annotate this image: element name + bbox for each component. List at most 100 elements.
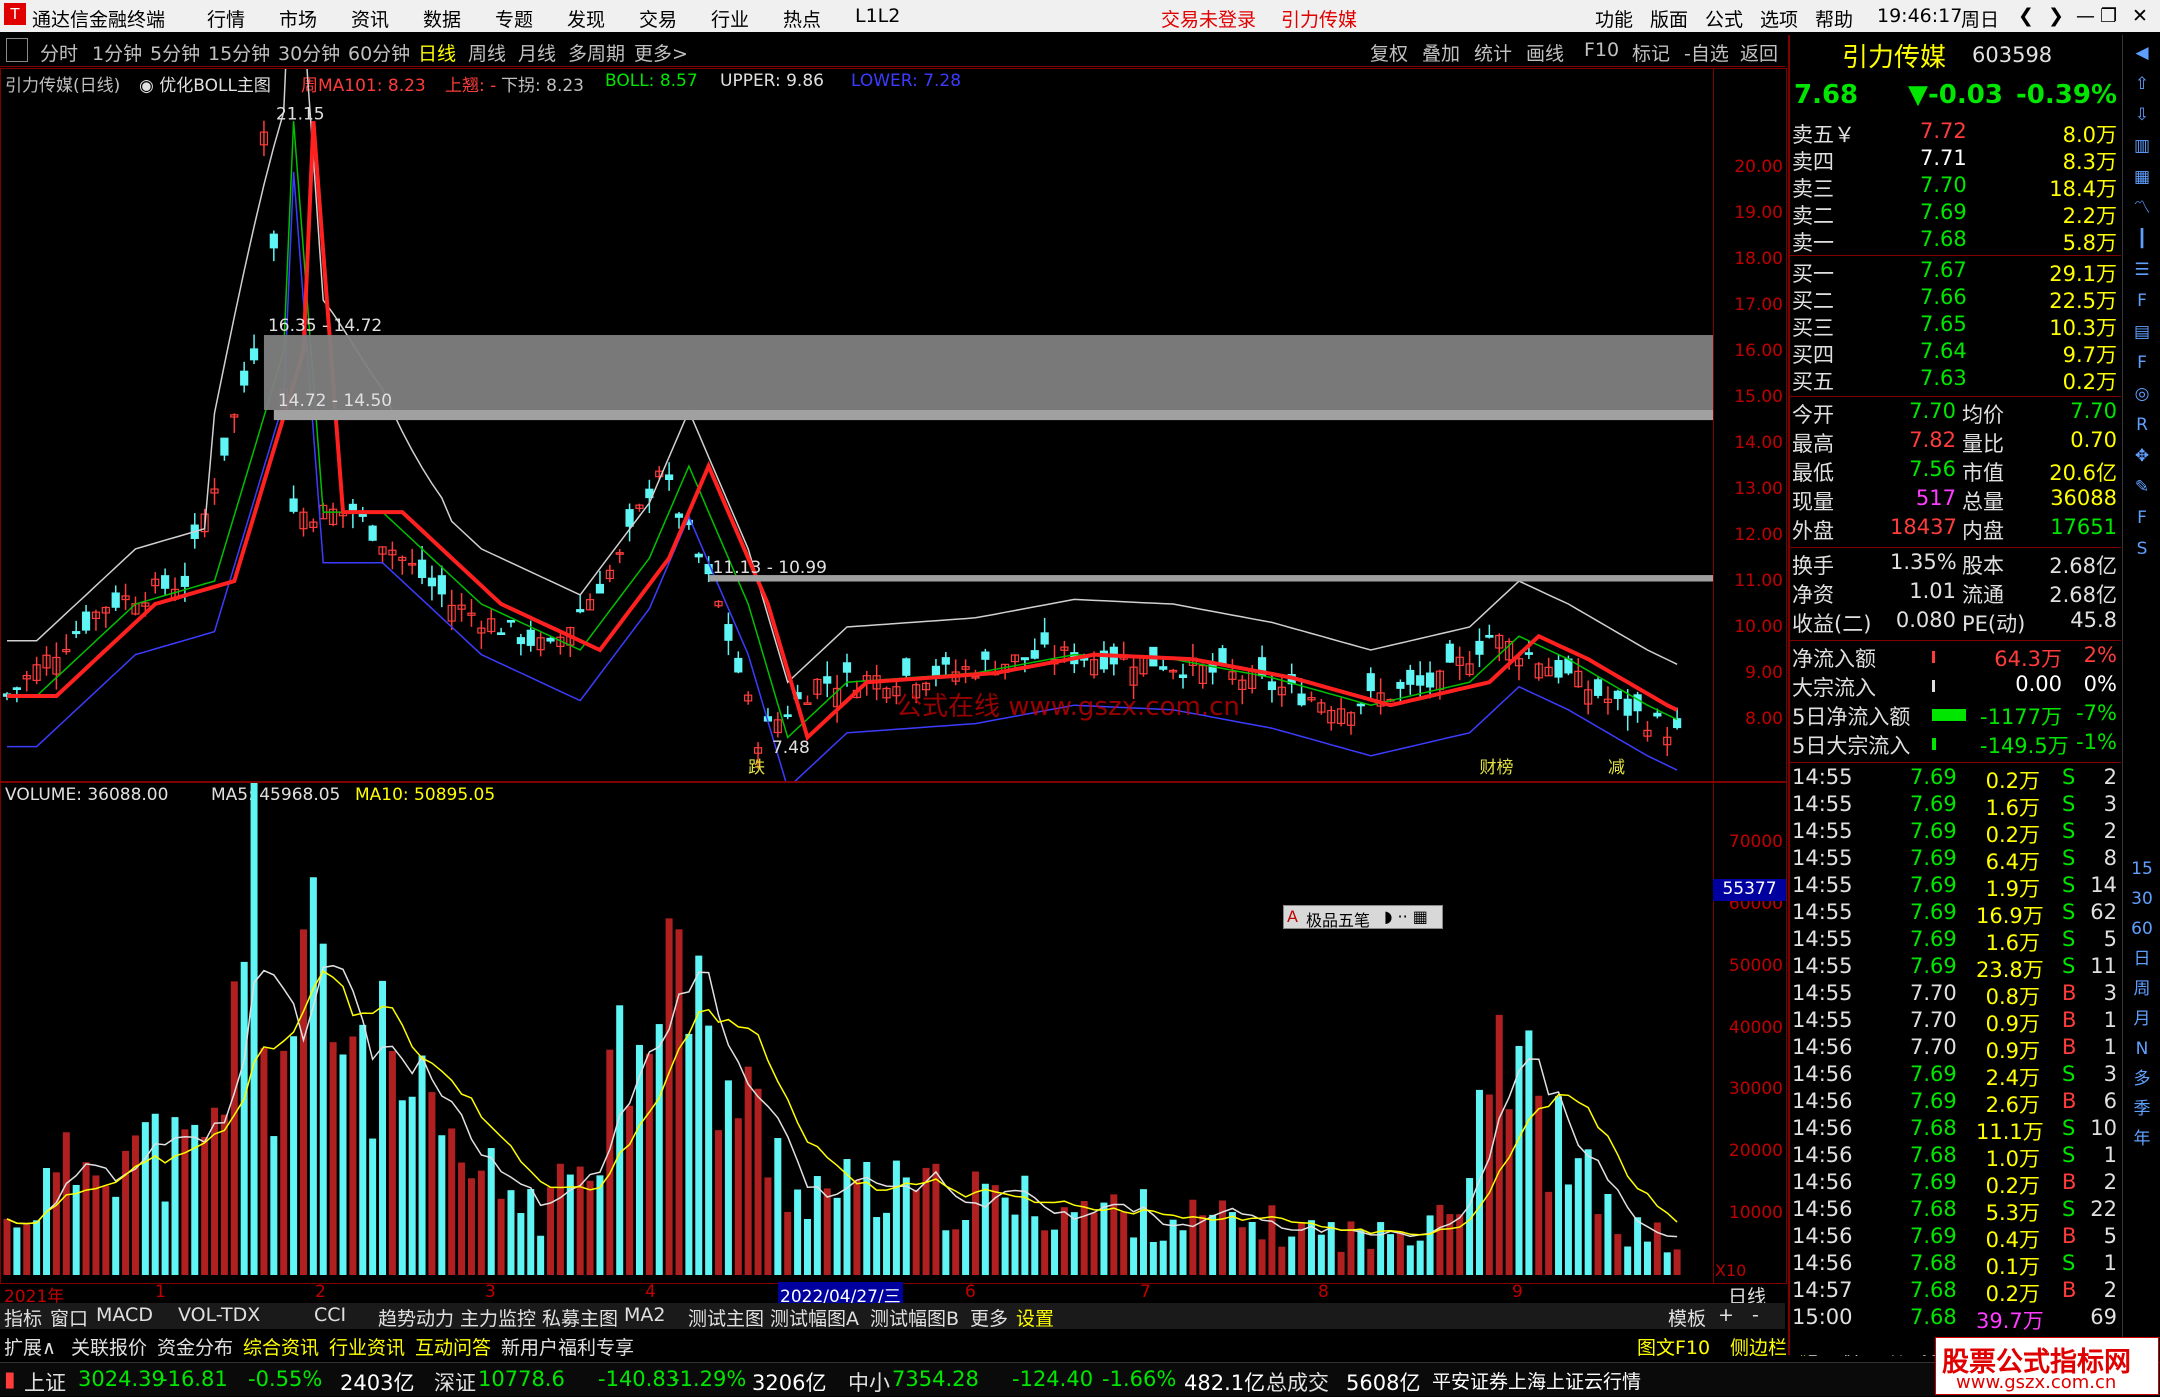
info-tab[interactable]: 互动问答 — [415, 1333, 491, 1360]
tool-biaoji[interactable]: 标记 — [1632, 39, 1670, 66]
menu-item-shichang[interactable]: 市场 — [279, 5, 317, 32]
tool-fanhui[interactable]: 返回 — [1740, 39, 1778, 66]
login-status[interactable]: 交易未登录 — [1161, 5, 1256, 32]
chart-icon[interactable]: ▥ — [2127, 132, 2157, 160]
indicator-tab[interactable]: 窗口 — [50, 1304, 88, 1331]
menu-item-shuju[interactable]: 数据 — [423, 5, 461, 32]
period-multi[interactable]: 多周期 — [568, 39, 625, 66]
period-shortcut[interactable]: N — [2127, 1035, 2157, 1063]
menu-item-gongshi[interactable]: 公式 — [1705, 5, 1743, 32]
period-shortcut[interactable]: 60 — [2127, 915, 2157, 943]
menu-item-faxian[interactable]: 发现 — [567, 5, 605, 32]
menu-item-xuanxiang[interactable]: 选项 — [1760, 5, 1798, 32]
target-icon[interactable]: ◎ — [2127, 380, 2157, 408]
indicator-tab[interactable]: 趋势动力 — [378, 1304, 454, 1331]
indicator-tab[interactable]: CCI — [314, 1304, 346, 1326]
period-60min[interactable]: 60分钟 — [348, 39, 410, 66]
indicator-tab[interactable]: 指标 — [4, 1304, 42, 1331]
menu-item-zhuanti[interactable]: 专题 — [495, 5, 533, 32]
menu-item-bangzhu[interactable]: 帮助 — [1815, 5, 1853, 32]
period-monthly[interactable]: 月线 — [518, 39, 556, 66]
period-more[interactable]: 更多> — [634, 39, 688, 66]
tool-fuquan[interactable]: 复权 — [1370, 39, 1408, 66]
forward-arrow-icon[interactable]: ❯ — [2048, 5, 2064, 27]
ime-popup[interactable]: A 极品五笔 ◗ ·· ▦ — [1283, 905, 1443, 930]
period-shortcut[interactable]: 年 — [2127, 1125, 2157, 1153]
menu-item-l1l2[interactable]: L1L2 — [855, 5, 900, 27]
info-tab[interactable]: 关联报价 — [71, 1333, 147, 1360]
indicator-tab[interactable]: 测试幅图B — [870, 1304, 959, 1331]
index-name[interactable]: 中小 — [848, 1367, 890, 1397]
up-arrow-icon[interactable]: ⇧ — [2127, 70, 2157, 98]
indicator-tab[interactable]: MACD — [96, 1304, 153, 1326]
period-daily[interactable]: 日线 — [418, 39, 456, 66]
info-tab[interactable]: 新用户福利专享 — [501, 1333, 634, 1360]
indicator-tab[interactable]: VOL-TDX — [178, 1304, 260, 1326]
indicator-tab[interactable]: 更多 — [970, 1304, 1008, 1331]
menu-item-zixun[interactable]: 资讯 — [351, 5, 389, 32]
indicator-tab[interactable]: MA2 — [624, 1304, 665, 1326]
info-tab[interactable]: 行业资讯 — [329, 1333, 405, 1360]
candle-icon[interactable]: ┃ — [2127, 225, 2157, 253]
indicator-tab[interactable]: 主力监控 — [460, 1304, 536, 1331]
period-30min[interactable]: 30分钟 — [278, 39, 340, 66]
menu-item-gongneng[interactable]: 功能 — [1595, 5, 1633, 32]
period-shortcut[interactable]: 周 — [2127, 975, 2157, 1003]
info-tab[interactable]: 资金分布 — [157, 1333, 233, 1360]
list-icon[interactable]: ☰ — [2127, 256, 2157, 284]
indicator-tab[interactable]: 测试主图 — [688, 1304, 764, 1331]
s-icon[interactable]: S — [2127, 535, 2157, 563]
restore-icon[interactable]: ❐ — [2100, 5, 2117, 27]
menu-item-hangye[interactable]: 行业 — [711, 5, 749, 32]
move-icon[interactable]: ✥ — [2127, 442, 2157, 470]
menu-item-banmian[interactable]: 版面 — [1650, 5, 1688, 32]
indicator-tab[interactable]: 设置 — [1016, 1304, 1054, 1331]
back-arrow-icon[interactable]: ❮ — [2018, 5, 2034, 27]
collapse-icon[interactable]: ◀ — [2127, 39, 2157, 67]
template-control[interactable]: - — [1752, 1304, 1759, 1326]
indicator-tab[interactable]: 测试幅图A — [770, 1304, 859, 1331]
period-shortcut[interactable]: 15 — [2127, 855, 2157, 883]
menu-item-redian[interactable]: 热点 — [783, 5, 821, 32]
menu-item-jiaoyi[interactable]: 交易 — [639, 5, 677, 32]
line-chart-icon[interactable]: 〽 — [2127, 194, 2157, 222]
index-name[interactable]: 上证 — [24, 1367, 66, 1397]
period-shortcut[interactable]: 季 — [2127, 1095, 2157, 1123]
period-shortcut[interactable]: 日 — [2127, 945, 2157, 973]
indicator-tab[interactable]: 私募主图 — [542, 1304, 618, 1331]
volume-bars[interactable] — [1, 783, 1713, 1283]
info-tab[interactable]: 综合资讯 — [243, 1333, 319, 1360]
grid-icon[interactable]: ▦ — [2127, 163, 2157, 191]
tool-tongji[interactable]: 统计 — [1474, 39, 1512, 66]
down-arrow-icon[interactable]: ⇩ — [2127, 101, 2157, 129]
period-shortcut[interactable]: 月 — [2127, 1005, 2157, 1033]
period-15min[interactable]: 15分钟 — [208, 39, 270, 66]
minimize-icon[interactable]: — — [2076, 5, 2095, 27]
close-icon[interactable]: ✕ — [2132, 5, 2148, 27]
rsi-icon[interactable]: R — [2127, 411, 2157, 439]
period-1min[interactable]: 1分钟 — [92, 39, 142, 66]
period-shortcut[interactable]: 30 — [2127, 885, 2157, 913]
tool-huaxian[interactable]: 画线 — [1526, 39, 1564, 66]
pen-icon[interactable]: ✎ — [2127, 473, 2157, 501]
menu-item-hangqing[interactable]: 行情 — [207, 5, 245, 32]
candlestick-chart[interactable]: 21.15 16.35 - 14.72 14.72 - 14.50 11.13 - 1… — [1, 69, 1713, 781]
template-control[interactable]: 模板 — [1668, 1304, 1706, 1331]
volume-chart-panel[interactable]: VOLUME: 36088.00 MA5: 45968.05 MA10: 508… — [0, 782, 1787, 1284]
f10-icon[interactable]: F — [2127, 287, 2157, 315]
sidebar-toggle-icon[interactable] — [6, 38, 28, 62]
info-tab[interactable]: 扩展∧ — [4, 1333, 56, 1360]
period-fenshi[interactable]: 分时 — [40, 39, 78, 66]
period-5min[interactable]: 5分钟 — [150, 39, 200, 66]
f12-icon[interactable]: F — [2127, 349, 2157, 377]
tool-diejia[interactable]: 叠加 — [1422, 39, 1460, 66]
period-shortcut[interactable]: 多 — [2127, 1065, 2157, 1093]
fs-icon[interactable]: F — [2127, 504, 2157, 532]
tool-f10[interactable]: F10 — [1584, 39, 1619, 61]
side-toggle[interactable]: 图文F10 — [1637, 1333, 1710, 1360]
price-chart-panel[interactable]: 引力传媒(日线) ◉ 优化BOLL主图 周MA101: 8.23 上翘: - 下… — [0, 68, 1787, 782]
template-control[interactable]: + — [1718, 1304, 1734, 1326]
period-weekly[interactable]: 周线 — [468, 39, 506, 66]
flow-icon[interactable]: ▤ — [2127, 318, 2157, 346]
index-name[interactable]: 深证 — [434, 1367, 476, 1397]
